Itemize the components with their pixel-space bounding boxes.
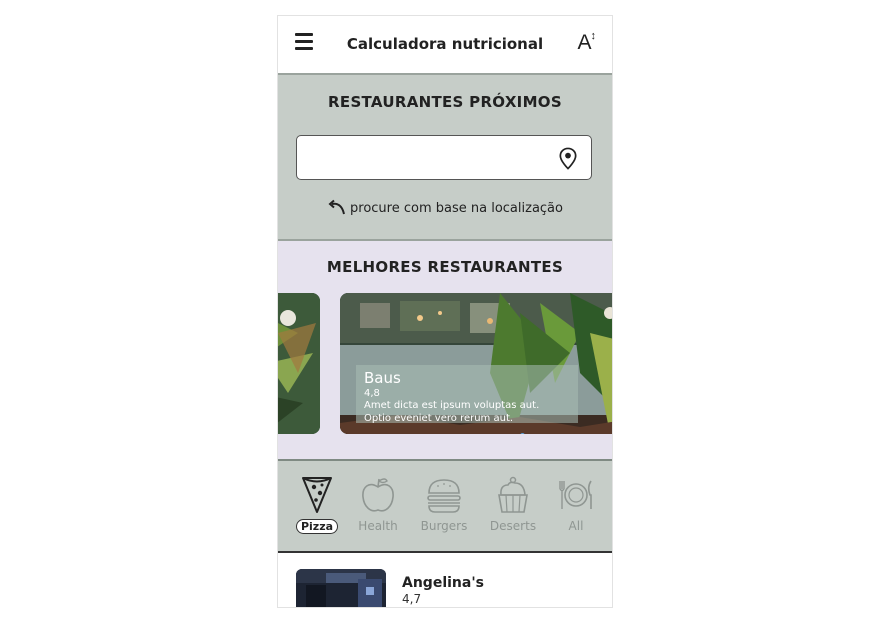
featured-restaurant-rating: 4,8	[364, 388, 380, 399]
curved-arrow-icon	[328, 199, 345, 215]
phone-screen: Calculadora nutricional A↕ RESTAURANTES …	[278, 16, 612, 607]
apple-icon	[362, 478, 394, 512]
pizza-icon	[302, 477, 332, 513]
category-deserts[interactable]: Deserts	[483, 475, 543, 534]
category-label: Deserts	[489, 519, 537, 533]
restaurant-rating: 4,7	[402, 592, 422, 606]
featured-restaurant-description-1: Amet dicta est ipsum voluptas aut.	[364, 400, 540, 411]
category-pizza[interactable]: Pizza	[287, 475, 347, 534]
cupcake-icon	[498, 476, 528, 513]
locate-by-location-link[interactable]: procure com base na localização	[278, 199, 612, 216]
app-header: Calculadora nutricional A↕	[278, 16, 612, 75]
category-all[interactable]: All	[546, 475, 606, 534]
font-size-icon[interactable]: A↕	[577, 30, 596, 55]
category-filter-bar: Pizza Health Burgers Deserts All	[278, 461, 612, 553]
list-item[interactable]: Angelina's 4,7	[296, 569, 596, 607]
carousel-dot[interactable]	[520, 433, 525, 434]
nearby-restaurants-section: RESTAURANTES PRÓXIMOS procure com base n…	[278, 75, 612, 241]
cutlery-icon	[559, 480, 592, 509]
category-label: Burgers	[420, 519, 468, 533]
best-restaurants-section: MELHORES RESTAURANTES Baus 4,8 Amet dict…	[278, 241, 612, 461]
category-label: Health	[358, 519, 398, 533]
featured-restaurant-name: Baus	[364, 369, 401, 387]
featured-card-caption: Baus 4,8 Amet dicta est ipsum voluptas a…	[356, 365, 578, 424]
featured-restaurant-card[interactable]: Baus 4,8 Amet dicta est ipsum voluptas a…	[340, 293, 612, 434]
category-label: Pizza	[295, 519, 339, 534]
category-health[interactable]: Health	[348, 475, 408, 534]
restaurant-photo	[278, 293, 320, 434]
best-title: MELHORES RESTAURANTES	[326, 258, 564, 276]
location-search-box	[296, 135, 592, 180]
restaurant-name: Angelina's	[402, 575, 484, 591]
app-title: Calculadora nutricional	[346, 35, 544, 53]
location-pin-icon[interactable]	[558, 147, 578, 170]
burger-icon	[427, 479, 461, 513]
category-label: All	[568, 519, 584, 533]
carousel-indicator[interactable]	[518, 423, 527, 434]
featured-restaurant-description-2: Optio eveniet vero rerum aut.	[364, 413, 514, 424]
locate-label: procure com base na localização	[350, 201, 563, 216]
font-size-glyph: A	[577, 31, 592, 54]
category-burgers[interactable]: Burgers	[414, 475, 474, 534]
restaurant-thumbnail	[296, 569, 386, 607]
restaurant-list: Angelina's 4,7	[278, 553, 612, 607]
location-search-input[interactable]	[307, 146, 551, 172]
carousel-card-previous[interactable]	[278, 293, 320, 434]
restaurant-photo	[296, 569, 386, 607]
nearby-title: RESTAURANTES PRÓXIMOS	[328, 93, 562, 111]
